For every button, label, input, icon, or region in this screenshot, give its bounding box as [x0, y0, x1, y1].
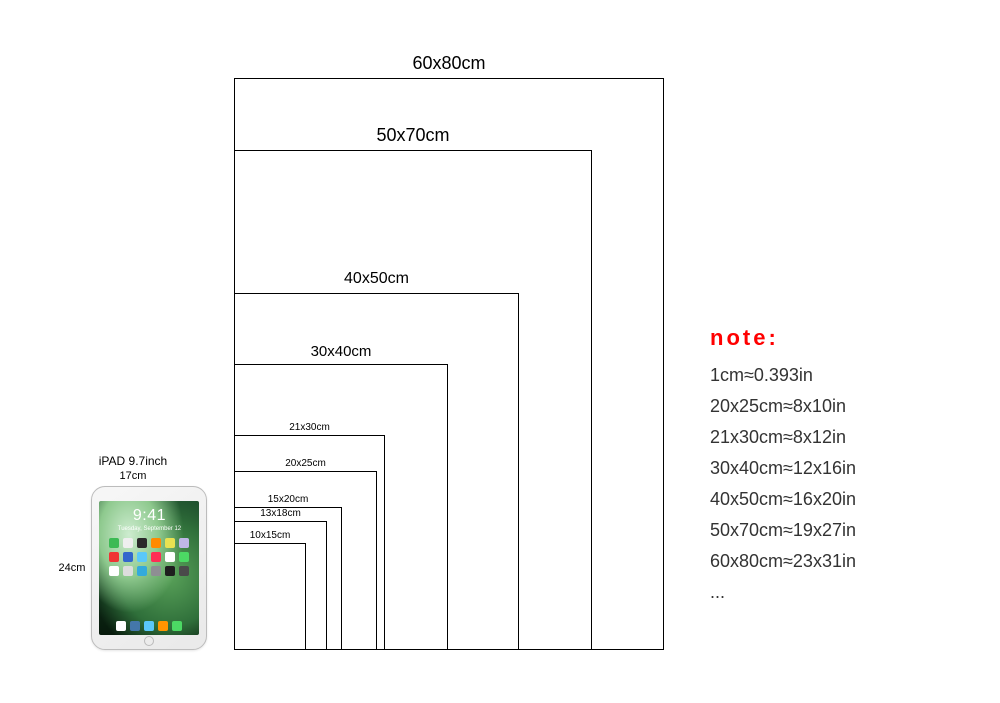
- ipad-title: iPAD 9.7inch: [58, 454, 208, 468]
- app-icon: [109, 552, 119, 562]
- frame-label: 60x80cm: [235, 53, 663, 74]
- app-icon: [123, 552, 133, 562]
- size-frames: 60x80cm 50x70cm 40x50cm 30x40cm 21x30cm …: [234, 75, 664, 650]
- note-line: 40x50cm≈16x20in: [710, 489, 960, 510]
- ipad-dock: [116, 621, 182, 631]
- ipad-screen: 9:41 Tuesday, September 12: [99, 501, 199, 635]
- ipad-app-grid: [109, 538, 189, 576]
- note-line: 60x80cm≈23x31in: [710, 551, 960, 572]
- frame-label: 20x25cm: [235, 458, 376, 469]
- app-icon: [165, 538, 175, 548]
- note-line: 1cm≈0.393in: [710, 365, 960, 386]
- app-icon: [130, 621, 140, 631]
- app-icon: [144, 621, 154, 631]
- app-icon: [151, 566, 161, 576]
- app-icon: [158, 621, 168, 631]
- ipad-date: Tuesday, September 12: [118, 526, 181, 532]
- app-icon: [151, 538, 161, 548]
- app-icon: [165, 552, 175, 562]
- note-line: ...: [710, 582, 960, 603]
- app-icon: [179, 552, 189, 562]
- frame-label: 21x30cm: [235, 422, 384, 433]
- app-icon: [116, 621, 126, 631]
- frame-label: 13x18cm: [235, 508, 326, 519]
- note-line: 50x70cm≈19x27in: [710, 520, 960, 541]
- app-icon: [137, 538, 147, 548]
- ipad-clock: 9:41: [133, 507, 166, 525]
- app-icon: [109, 538, 119, 548]
- note-line: 20x25cm≈8x10in: [710, 396, 960, 417]
- ipad-reference: iPAD 9.7inch 17cm 24cm 9:41 Tuesday, Sep…: [58, 454, 208, 650]
- note-section: note: 1cm≈0.393in 20x25cm≈8x10in 21x30cm…: [710, 325, 960, 613]
- app-icon: [151, 552, 161, 562]
- app-icon: [137, 566, 147, 576]
- app-icon: [179, 566, 189, 576]
- app-icon: [165, 566, 175, 576]
- app-icon: [123, 538, 133, 548]
- note-line: 21x30cm≈8x12in: [710, 427, 960, 448]
- app-icon: [109, 566, 119, 576]
- ipad-height-label: 24cm: [59, 562, 86, 574]
- app-icon: [179, 538, 189, 548]
- note-line: 30x40cm≈12x16in: [710, 458, 960, 479]
- app-icon: [172, 621, 182, 631]
- home-button-icon: [144, 636, 154, 646]
- frame-label: 15x20cm: [235, 494, 341, 505]
- frame-label: 40x50cm: [235, 270, 518, 288]
- ipad-device: 9:41 Tuesday, September 12: [91, 486, 207, 650]
- note-title: note:: [710, 325, 960, 351]
- frame-label: 10x15cm: [235, 530, 305, 541]
- app-icon: [137, 552, 147, 562]
- frame-label: 30x40cm: [235, 343, 447, 360]
- ipad-width-label: 17cm: [58, 470, 208, 482]
- frame-label: 50x70cm: [235, 125, 591, 146]
- frame-10x15: 10x15cm: [234, 543, 306, 650]
- app-icon: [123, 566, 133, 576]
